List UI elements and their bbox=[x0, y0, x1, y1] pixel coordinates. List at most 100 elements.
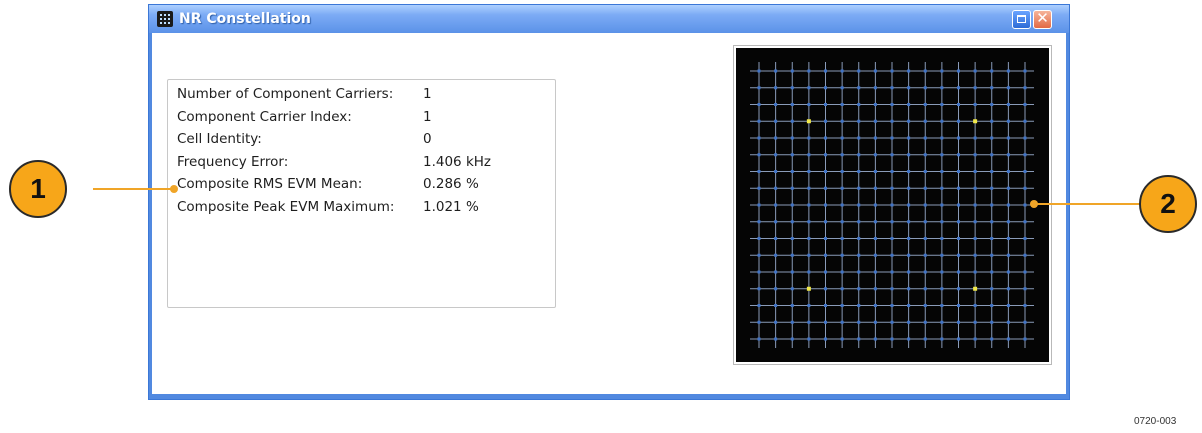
constellation-point bbox=[857, 304, 861, 307]
constellation-point bbox=[1023, 304, 1027, 307]
constellation-point bbox=[873, 103, 877, 106]
constellation-point bbox=[1023, 220, 1027, 224]
constellation-point bbox=[790, 220, 794, 224]
constellation-point-highlight bbox=[973, 119, 978, 124]
constellation-point bbox=[890, 69, 894, 73]
constellation-point bbox=[857, 186, 861, 190]
constellation-point bbox=[1023, 237, 1027, 240]
constellation-point bbox=[840, 170, 844, 173]
constellation-point bbox=[790, 103, 794, 106]
constellation-point bbox=[1006, 270, 1010, 274]
constellation-point bbox=[840, 253, 844, 257]
constellation-point bbox=[873, 304, 877, 307]
constellation-point bbox=[1023, 86, 1027, 90]
constellation-point bbox=[757, 304, 761, 307]
constellation-point bbox=[990, 170, 994, 173]
constellation-point bbox=[774, 119, 778, 123]
constellation-point bbox=[873, 203, 877, 207]
constellation-point bbox=[824, 170, 827, 173]
constellation-point bbox=[824, 86, 827, 90]
constellation-point bbox=[1023, 170, 1027, 173]
constellation-point bbox=[757, 337, 761, 341]
constellation-point bbox=[1023, 337, 1027, 341]
constellation-point bbox=[790, 237, 794, 240]
constellation-point bbox=[923, 153, 927, 157]
maximize-button[interactable] bbox=[1012, 10, 1031, 29]
constellation-point bbox=[807, 253, 811, 257]
constellation-point bbox=[1023, 186, 1027, 190]
constellation-point bbox=[973, 186, 977, 190]
constellation-point bbox=[774, 170, 778, 173]
constellation-point bbox=[940, 69, 944, 73]
constellation-point bbox=[923, 337, 927, 341]
constellation-point bbox=[990, 337, 994, 341]
summary-label: Number of Component Carriers: bbox=[177, 86, 394, 102]
summary-value: 1 bbox=[423, 108, 432, 125]
constellation-point bbox=[907, 220, 911, 224]
constellation-point bbox=[824, 304, 827, 307]
constellation-point bbox=[923, 287, 927, 291]
constellation-point bbox=[957, 69, 960, 73]
constellation-point bbox=[774, 186, 778, 190]
constellation-point bbox=[1006, 86, 1010, 90]
constellation-point bbox=[790, 69, 794, 73]
constellation-point bbox=[890, 287, 894, 291]
constellation-point bbox=[824, 270, 827, 274]
constellation-point bbox=[774, 153, 778, 157]
constellation-point bbox=[940, 320, 944, 324]
constellation-point bbox=[957, 270, 960, 274]
constellation-point bbox=[1006, 136, 1010, 140]
constellation-point bbox=[840, 237, 844, 240]
constellation-point bbox=[923, 103, 927, 106]
constellation-point bbox=[873, 287, 877, 291]
constellation-point bbox=[873, 86, 877, 90]
constellation-point bbox=[757, 69, 761, 73]
constellation-point bbox=[840, 86, 844, 90]
constellation-point bbox=[923, 86, 927, 90]
constellation-point bbox=[824, 287, 827, 291]
constellation-point bbox=[940, 237, 944, 240]
constellation-point bbox=[973, 86, 977, 90]
constellation-point bbox=[923, 304, 927, 307]
constellation-point bbox=[807, 186, 811, 190]
constellation-point bbox=[840, 270, 844, 274]
constellation-point bbox=[890, 136, 894, 140]
constellation-point bbox=[807, 86, 811, 90]
constellation-point bbox=[824, 119, 827, 123]
constellation-point bbox=[973, 153, 977, 157]
constellation-point bbox=[1023, 253, 1027, 257]
constellation-point bbox=[840, 337, 844, 341]
figure: NR Constellation ✕ Number of Component C… bbox=[0, 0, 1202, 433]
constellation-point bbox=[824, 153, 827, 157]
constellation-point bbox=[807, 203, 811, 207]
constellation-point bbox=[957, 103, 960, 106]
title-bar[interactable]: NR Constellation ✕ bbox=[149, 5, 1069, 33]
constellation-point bbox=[873, 237, 877, 240]
constellation-point bbox=[857, 203, 861, 207]
constellation-point bbox=[1006, 304, 1010, 307]
constellation-point bbox=[1006, 253, 1010, 257]
constellation-point bbox=[857, 153, 861, 157]
constellation-point bbox=[973, 270, 977, 274]
constellation-point bbox=[857, 270, 861, 274]
constellation-point bbox=[907, 103, 911, 106]
constellation-point bbox=[757, 203, 761, 207]
constellation-point bbox=[957, 170, 960, 173]
constellation-point bbox=[990, 220, 994, 224]
constellation-point bbox=[957, 337, 960, 341]
constellation-point bbox=[840, 320, 844, 324]
constellation-point bbox=[840, 119, 844, 123]
constellation-point bbox=[957, 119, 960, 123]
constellation-point bbox=[890, 270, 894, 274]
constellation-point bbox=[957, 220, 960, 224]
constellation-point bbox=[907, 320, 911, 324]
close-button[interactable]: ✕ bbox=[1033, 9, 1052, 29]
constellation-point bbox=[824, 337, 827, 341]
constellation-point bbox=[990, 287, 994, 291]
constellation-point bbox=[757, 237, 761, 240]
constellation-point bbox=[890, 220, 894, 224]
constellation-point bbox=[990, 119, 994, 123]
constellation-point bbox=[1023, 103, 1027, 106]
constellation-point bbox=[890, 337, 894, 341]
constellation-point bbox=[890, 103, 894, 106]
